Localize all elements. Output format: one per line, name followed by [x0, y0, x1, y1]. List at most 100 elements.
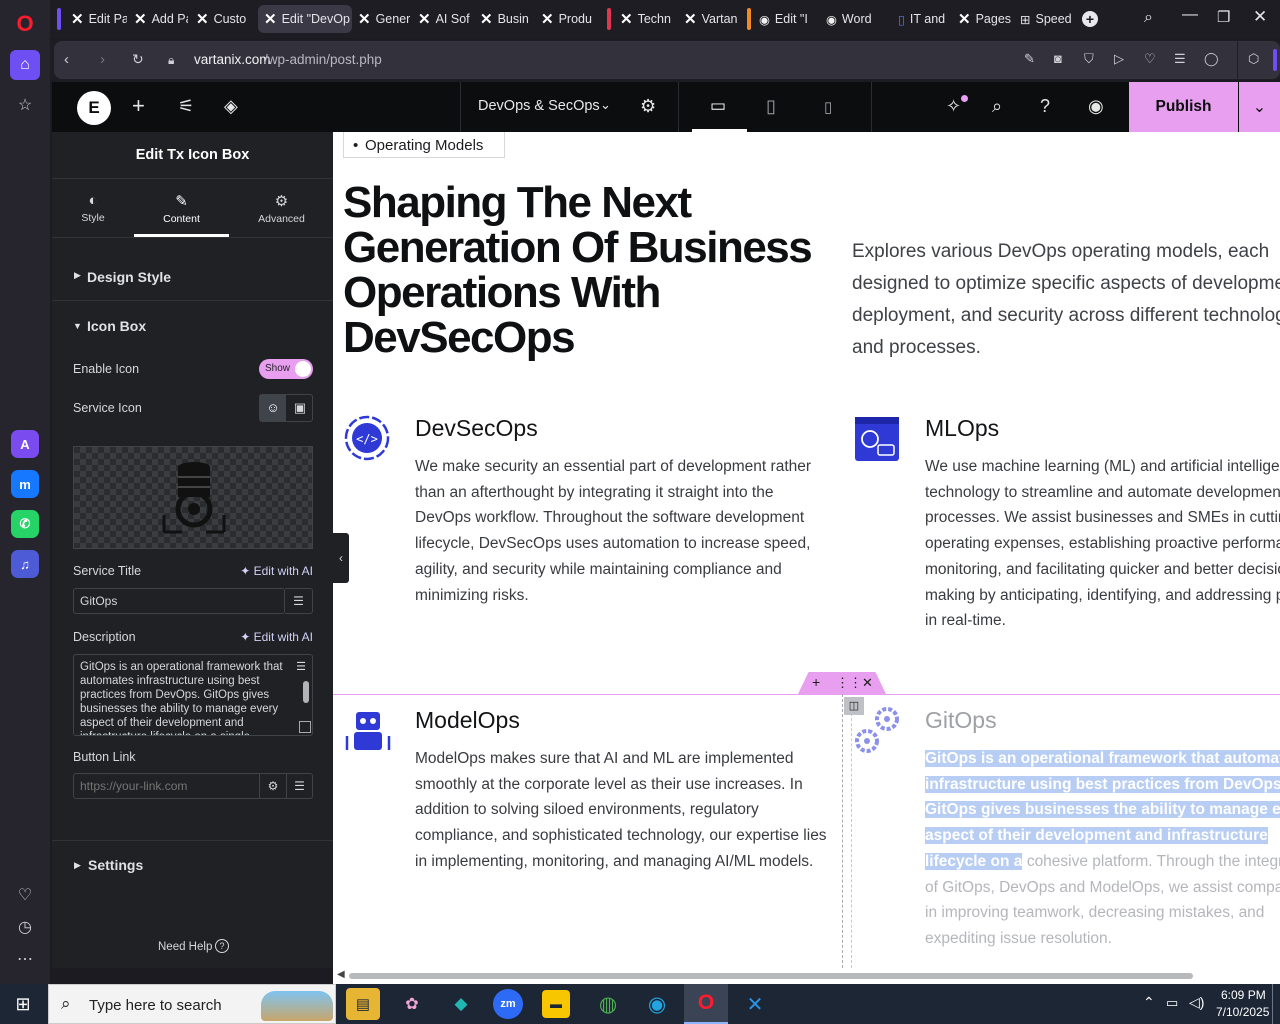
zoom-app-icon[interactable]: zm	[493, 989, 523, 1019]
dynamic-tags-icon[interactable]: ☰	[291, 657, 311, 677]
browser-tab[interactable]: ✕ Vartan	[678, 5, 740, 33]
menu-lines-icon[interactable]: ☰	[1174, 51, 1186, 67]
new-tab-plus-icon[interactable]: +	[1082, 11, 1098, 27]
forward-icon[interactable]: ›	[100, 51, 105, 68]
structure-layers-icon[interactable]: ◈	[224, 96, 238, 117]
close-window-icon[interactable]: ✕	[1253, 7, 1267, 27]
desktop-view-tab[interactable]: ▭	[692, 82, 747, 132]
description-textarea[interactable]: GitOps is an operational framework that …	[73, 654, 313, 736]
edit-page-icon[interactable]: ✎	[1024, 51, 1035, 67]
dynamic-tags-icon[interactable]: ☰	[286, 774, 312, 798]
clock-time[interactable]: 6:09 PM	[1221, 988, 1266, 1002]
more-dots-icon[interactable]: ⋯	[10, 944, 40, 974]
browser-tab[interactable]: ✕ Produ	[535, 5, 597, 33]
scroll-left-icon[interactable]: ◀	[337, 969, 345, 980]
image-icon[interactable]: ▣	[287, 395, 313, 421]
network-icon[interactable]: ▭	[1166, 995, 1178, 1011]
tablet-icon[interactable]: ▯	[766, 96, 776, 117]
need-help-link[interactable]: Need Help	[158, 941, 212, 953]
tab-content[interactable]: ✎ Content	[134, 180, 229, 237]
search-tabs-icon[interactable]: ⌕	[1144, 9, 1153, 27]
resize-handle[interactable]	[299, 721, 311, 733]
play-icon[interactable]: ▷	[1114, 51, 1124, 67]
address-bar[interactable]: ‹ › ↻ 🔒︎ vartanix.com /wp-admin/post.php…	[54, 41, 1280, 79]
reload-icon[interactable]: ↻	[132, 51, 144, 68]
browser-tab[interactable]: ✕ Custo	[190, 5, 252, 33]
taskbar-search-box[interactable]: ⌕ Type here to search	[48, 984, 336, 1024]
delete-container-close-icon[interactable]: ✕	[862, 675, 873, 691]
restore-icon[interactable]: ❐	[1217, 8, 1230, 26]
help-circle-icon[interactable]: ?	[1040, 96, 1050, 117]
site-settings-sliders-icon[interactable]: ⚟	[178, 96, 194, 117]
browser-tab[interactable]: ▯ IT and	[892, 5, 952, 33]
add-element-plus-icon[interactable]: +	[132, 93, 145, 119]
back-icon[interactable]: ‹	[64, 51, 69, 68]
star-icon[interactable]: ☆	[10, 90, 40, 120]
paint-app-icon[interactable]: ✿	[395, 988, 429, 1020]
edit-with-ai-link[interactable]: ✦ Edit with AI	[240, 564, 313, 578]
drag-handle-icon[interactable]: ⋮⋮	[836, 675, 862, 691]
history-clock-icon[interactable]: ◷	[10, 912, 40, 942]
chrome-icon[interactable]: ◍	[591, 988, 625, 1020]
opera-logo-icon[interactable]: O	[10, 9, 40, 39]
mobile-icon[interactable]: ▯	[824, 98, 832, 116]
aria-icon[interactable]: A	[11, 430, 39, 458]
home-icon[interactable]: ⌂	[10, 50, 40, 80]
extensions-cube-icon[interactable]: ⬡	[1248, 51, 1259, 67]
url-path[interactable]: /wp-admin/post.php	[264, 52, 382, 67]
shield-icon[interactable]: ⛉	[1084, 51, 1094, 67]
icon-preview[interactable]	[73, 446, 313, 549]
browser-tab[interactable]: ✕ AI Sof	[412, 5, 472, 33]
enable-icon-toggle[interactable]: Show	[259, 359, 313, 379]
browser-tab[interactable]: ✕Add Pa	[128, 5, 188, 33]
notifications-rocket-icon[interactable]: ✧	[946, 96, 961, 117]
chevron-up-icon[interactable]: ⌃	[1143, 994, 1155, 1011]
profile-icon[interactable]: ◯	[1204, 51, 1219, 67]
browser-tab[interactable]: ✕ Techn	[614, 5, 676, 33]
show-desktop-divider[interactable]	[1272, 984, 1273, 1024]
tab-style[interactable]: ◐ Style	[52, 180, 134, 237]
help-circle-icon[interactable]: ?	[215, 939, 229, 953]
browser-tab[interactable]: ✕ Edit Pa	[65, 5, 127, 33]
link-options-gear-icon[interactable]: ⚙	[259, 774, 286, 798]
page-name-dropdown[interactable]: DevOps & SecOps	[478, 98, 600, 114]
file-explorer-icon[interactable]: ▤	[346, 988, 380, 1020]
whatsapp-icon[interactable]: ✆	[11, 510, 39, 538]
button-link-input[interactable]	[74, 774, 258, 798]
container-handle[interactable]: + ⋮⋮ ✕	[798, 672, 886, 694]
tab-advanced[interactable]: ⚙ Advanced	[234, 180, 329, 237]
section-design-style[interactable]: ▶ Design Style	[52, 239, 333, 301]
preview-eye-icon[interactable]: ◉	[1088, 96, 1104, 117]
camera-icon[interactable]: ◙	[1054, 51, 1062, 66]
sticky-notes-icon[interactable]: ▬	[542, 990, 570, 1018]
search-icon[interactable]: ⌕	[992, 96, 1002, 117]
smiley-icon[interactable]: ☺	[260, 395, 286, 421]
volume-icon[interactable]: ◁)	[1189, 994, 1204, 1011]
browser-tab[interactable]: ◉ Edit "I	[753, 5, 819, 33]
section-icon-box[interactable]: Icon Box	[87, 318, 146, 334]
textarea-scrollbar[interactable]	[303, 681, 309, 703]
windows-start-icon[interactable]: ⊞	[6, 988, 40, 1020]
browser-tab[interactable]: ✕ Pages	[952, 5, 1014, 33]
music-player-icon[interactable]: ♫	[11, 550, 39, 578]
url-domain[interactable]: vartanix.com	[194, 52, 271, 67]
browser-tab[interactable]: ✕ Busin	[474, 5, 534, 33]
page-settings-gear-icon[interactable]: ⚙	[640, 96, 656, 117]
service-title-input[interactable]: GitOps	[73, 588, 285, 614]
messenger-icon[interactable]: m	[11, 470, 39, 498]
heart-outline-icon[interactable]: ♡	[1144, 51, 1156, 67]
browser-tab-active[interactable]: ✕ Edit "DevOp	[258, 5, 352, 33]
chevron-down-icon[interactable]: ⌄	[600, 97, 611, 113]
scrollbar-thumb[interactable]	[349, 973, 1193, 979]
clock-date[interactable]: 7/10/2025	[1216, 1005, 1269, 1019]
minimize-icon[interactable]: —	[1182, 6, 1198, 24]
browser-tab[interactable]: ✕ Gener	[352, 5, 410, 33]
opera-taskbar-icon[interactable]: O	[684, 984, 728, 1024]
vscode-icon[interactable]: ✕	[738, 988, 772, 1020]
dynamic-tags-icon[interactable]: ☰	[285, 588, 313, 614]
publish-options-chevron-icon[interactable]: ⌄	[1239, 82, 1280, 132]
heart-icon[interactable]: ♡	[10, 880, 40, 910]
app-diamond-icon[interactable]: ◆	[444, 988, 478, 1020]
browser-tab[interactable]: ⊞ Speed	[1014, 5, 1076, 33]
elementor-logo-icon[interactable]: E	[77, 91, 111, 125]
